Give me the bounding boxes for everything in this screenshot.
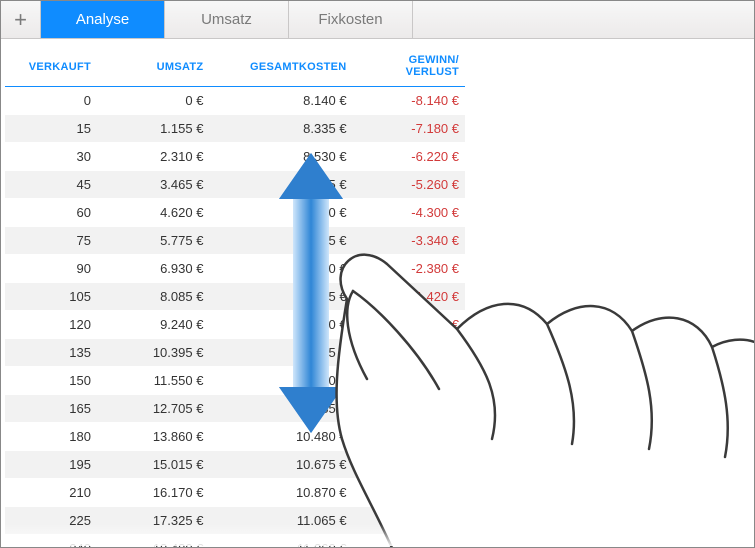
cell-cost: 10.870 € — [209, 479, 352, 507]
cell-revenue: 0 € — [97, 87, 209, 115]
cell-sold: 120 — [5, 311, 97, 339]
cell-sold: 240 — [5, 535, 97, 547]
cell-revenue: 3.465 € — [97, 171, 209, 199]
app-frame: + Analyse Umsatz Fixkosten VERKAUFT UMSA… — [0, 0, 755, 548]
cell-sold: 45 — [5, 171, 97, 199]
cell-cost: 10.090 € — [209, 367, 352, 395]
cell-profit-loss — [353, 367, 465, 395]
cell-cost: 9.310 € — [209, 255, 352, 283]
cell-sold: 225 — [5, 507, 97, 535]
cell-profit-loss: -1.420 € — [353, 283, 465, 311]
col-header-sold: VERKAUFT — [5, 45, 97, 87]
cell-profit-loss: -4.300 € — [353, 199, 465, 227]
add-tab-button[interactable]: + — [1, 1, 41, 38]
cell-sold: 15 — [5, 115, 97, 143]
tab-umsatz[interactable]: Umsatz — [165, 1, 289, 38]
cell-sold: 210 — [5, 479, 97, 507]
cell-profit-loss: 5.3 — [353, 479, 465, 507]
content-area[interactable]: VERKAUFT UMSATZ GESAMTKOSTEN GEWINN/ VER… — [1, 39, 754, 547]
table-row[interactable]: 19515.015 €10.675 €4.34 — [5, 451, 465, 479]
cell-cost: 11.260 € — [209, 535, 352, 547]
cell-cost: 9.700 € — [209, 311, 352, 339]
cell-profit-loss: -8.140 € — [353, 87, 465, 115]
table-row[interactable]: 18013.860 €10.480 €3. — [5, 423, 465, 451]
cell-revenue: 10.395 € — [97, 339, 209, 367]
cell-cost: 10.675 € — [209, 451, 352, 479]
cell-profit-loss: 0 € — [353, 311, 465, 339]
cell-cost: 11.065 € — [209, 507, 352, 535]
table-row[interactable]: 24018.480 €11.260 €7.2 — [5, 535, 465, 547]
cell-profit-loss: -6.220 € — [353, 143, 465, 171]
cell-sold: 195 — [5, 451, 97, 479]
table-row[interactable]: 906.930 €9.310 €-2.380 € — [5, 255, 465, 283]
table-row[interactable]: 453.465 €8.725 €-5.260 € — [5, 171, 465, 199]
cell-cost: 8.530 € — [209, 143, 352, 171]
cell-revenue: 2.310 € — [97, 143, 209, 171]
cell-cost: 8.140 € — [209, 87, 352, 115]
col-header-profit-loss: GEWINN/ VERLUST — [353, 45, 465, 87]
cell-cost: 8.335 € — [209, 115, 352, 143]
cell-profit-loss: -5.260 € — [353, 171, 465, 199]
cell-profit-loss — [353, 339, 465, 367]
cell-cost: 9.505 € — [209, 283, 352, 311]
cell-revenue: 15.015 € — [97, 451, 209, 479]
table-row[interactable]: 21016.170 €10.870 €5.3 — [5, 479, 465, 507]
cell-sold: 150 — [5, 367, 97, 395]
cell-revenue: 12.705 € — [97, 395, 209, 423]
cell-sold: 0 — [5, 87, 97, 115]
cell-sold: 30 — [5, 143, 97, 171]
table-row[interactable]: 302.310 €8.530 €-6.220 € — [5, 143, 465, 171]
tab-fixkosten[interactable]: Fixkosten — [289, 1, 413, 38]
table-row[interactable]: 1209.240 €9.700 €0 € — [5, 311, 465, 339]
table-row[interactable]: 00 €8.140 €-8.140 € — [5, 87, 465, 115]
cell-sold: 105 — [5, 283, 97, 311]
cell-revenue: 1.155 € — [97, 115, 209, 143]
cell-revenue: 16.170 € — [97, 479, 209, 507]
cell-profit-loss — [353, 395, 465, 423]
cell-revenue: 13.860 € — [97, 423, 209, 451]
col-header-revenue: UMSATZ — [97, 45, 209, 87]
cell-revenue: 9.240 € — [97, 311, 209, 339]
cell-profit-loss: -3.340 € — [353, 227, 465, 255]
cell-sold: 180 — [5, 423, 97, 451]
cell-revenue: 17.325 € — [97, 507, 209, 535]
cell-cost: 8.920 € — [209, 199, 352, 227]
cell-profit-loss: 6.2 — [353, 507, 465, 535]
table-row[interactable]: 15011.550 €10.090 € — [5, 367, 465, 395]
cell-cost: 9.115 € — [209, 227, 352, 255]
table-row[interactable]: 151.155 €8.335 €-7.180 € — [5, 115, 465, 143]
cell-sold: 60 — [5, 199, 97, 227]
cell-revenue: 6.930 € — [97, 255, 209, 283]
table-header-row: VERKAUFT UMSATZ GESAMTKOSTEN GEWINN/ VER… — [5, 45, 465, 87]
cell-sold: 75 — [5, 227, 97, 255]
cell-cost: 10.480 € — [209, 423, 352, 451]
cell-cost: 10.285 € — [209, 395, 352, 423]
cell-cost: 8.725 € — [209, 171, 352, 199]
cell-profit-loss: -2.380 € — [353, 255, 465, 283]
cell-profit-loss: -7.180 € — [353, 115, 465, 143]
cell-revenue: 18.480 € — [97, 535, 209, 547]
table-row[interactable]: 16512.705 €10.285 € — [5, 395, 465, 423]
cell-revenue: 11.550 € — [97, 367, 209, 395]
table-row[interactable]: 22517.325 €11.065 €6.2 — [5, 507, 465, 535]
table-row[interactable]: 755.775 €9.115 €-3.340 € — [5, 227, 465, 255]
cell-sold: 165 — [5, 395, 97, 423]
cell-cost: 9.895 € — [209, 339, 352, 367]
toolbar: + Analyse Umsatz Fixkosten — [1, 1, 754, 39]
cell-revenue: 8.085 € — [97, 283, 209, 311]
cell-revenue: 4.620 € — [97, 199, 209, 227]
cell-sold: 90 — [5, 255, 97, 283]
cell-profit-loss: 7.2 — [353, 535, 465, 547]
table-row[interactable]: 1058.085 €9.505 €-1.420 € — [5, 283, 465, 311]
cell-revenue: 5.775 € — [97, 227, 209, 255]
analysis-table[interactable]: VERKAUFT UMSATZ GESAMTKOSTEN GEWINN/ VER… — [5, 45, 465, 547]
table-row[interactable]: 604.620 €8.920 €-4.300 € — [5, 199, 465, 227]
cell-sold: 135 — [5, 339, 97, 367]
table-row[interactable]: 13510.395 €9.895 € — [5, 339, 465, 367]
tab-analyse[interactable]: Analyse — [41, 1, 165, 38]
cell-profit-loss: 3. — [353, 423, 465, 451]
cell-profit-loss: 4.34 — [353, 451, 465, 479]
col-header-total-cost: GESAMTKOSTEN — [209, 45, 352, 87]
